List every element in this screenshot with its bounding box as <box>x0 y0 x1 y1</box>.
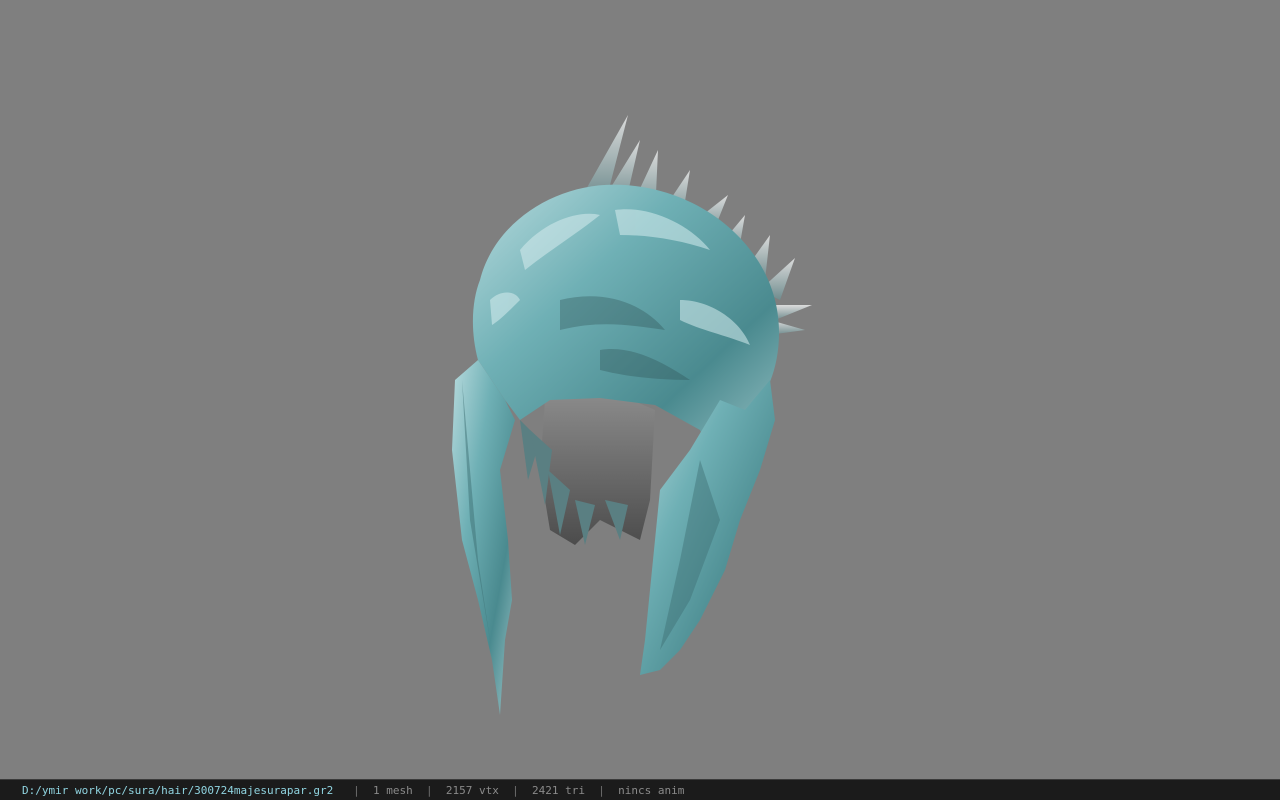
mesh-count-label: 1 mesh <box>373 783 413 797</box>
hair-model <box>452 115 812 715</box>
vertex-count-label: 2157 vtx <box>445 783 499 797</box>
triangle-count-label: 2421 tri <box>532 783 585 797</box>
status-separator: | <box>598 783 605 797</box>
hair-inner-shadow <box>540 395 655 545</box>
status-separator: | <box>426 783 433 797</box>
status-bar: D:/ymir work/pc/sura/hair/300724majesura… <box>0 779 1280 800</box>
animation-status-label: nincs anim <box>618 783 685 797</box>
status-separator: | <box>353 783 360 797</box>
file-path-label: D:/ymir work/pc/sura/hair/300724majesura… <box>22 783 334 797</box>
status-separator: | <box>512 783 519 797</box>
hair-strand-left <box>452 360 515 715</box>
3d-viewport[interactable] <box>0 0 1280 779</box>
